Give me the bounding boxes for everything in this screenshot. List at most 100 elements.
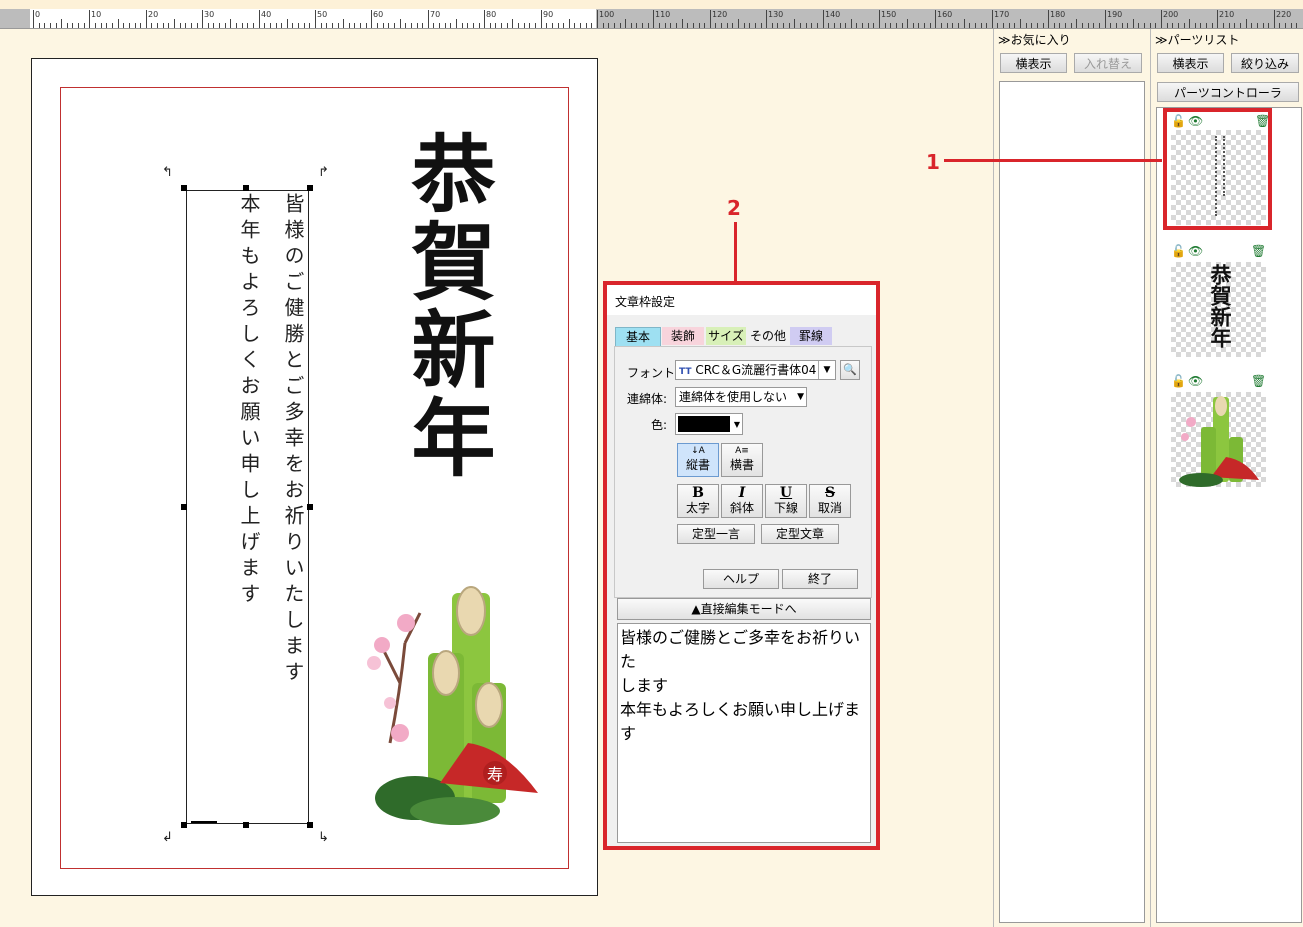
ruler-tick xyxy=(417,23,418,28)
kadomatsu-illustration[interactable]: 寿 xyxy=(360,583,545,828)
ruler-tick xyxy=(659,23,660,28)
ruler-tick xyxy=(873,23,874,28)
ruler-label: 70 xyxy=(430,10,441,19)
resize-handle-se[interactable] xyxy=(307,822,313,828)
ruler-tick xyxy=(636,23,637,28)
ruler-tick xyxy=(467,23,468,28)
parts-list[interactable]: 🔓 👁 🗑 🔓 👁 🗑 恭賀新年 🔓 👁 🗑 xyxy=(1156,107,1302,923)
parts-filter-button[interactable]: 絞り込み xyxy=(1231,53,1299,73)
eye-icon[interactable]: 👁 xyxy=(1188,244,1203,258)
resize-handle-ne[interactable] xyxy=(307,185,313,191)
callout-number-1: 1 xyxy=(926,150,940,174)
connect-label: 連綿体: xyxy=(627,392,668,406)
ruler-tick xyxy=(828,23,829,28)
favorites-list[interactable] xyxy=(999,81,1145,923)
ruler-label: 220 xyxy=(1276,10,1292,19)
parts-view-button[interactable]: 横表示 xyxy=(1157,53,1224,73)
color-picker[interactable]: ▼ xyxy=(675,413,743,435)
ruler-tick xyxy=(789,23,790,28)
tab-basic[interactable]: 基本 xyxy=(615,327,661,347)
ruler-tick xyxy=(1082,23,1083,28)
ruler-tick xyxy=(439,23,440,28)
lock-icon[interactable]: 🔓 xyxy=(1171,114,1186,128)
ruler-label: 180 xyxy=(1050,10,1066,19)
ruler-tick xyxy=(1122,23,1123,28)
ruler-tick xyxy=(507,23,508,28)
connect-select[interactable]: 連綿体を使用しない ▼ xyxy=(675,387,807,407)
rotate-handle-icon[interactable]: ↳ xyxy=(318,830,329,845)
tab-border[interactable]: 罫線 xyxy=(790,327,832,345)
ruler-tick xyxy=(135,23,136,28)
help-button[interactable]: ヘルプ xyxy=(703,569,779,589)
direct-edit-mode-button[interactable]: ▲直接編集モードへ xyxy=(617,598,871,620)
ruler-tick xyxy=(1071,23,1072,28)
ruler-tick xyxy=(84,23,85,28)
ruler-tick xyxy=(800,23,801,28)
rotate-handle-icon[interactable]: ↰ xyxy=(162,165,173,180)
resize-handle-n[interactable] xyxy=(243,185,249,191)
ruler-tick xyxy=(1217,10,1218,28)
ruler-tick xyxy=(456,19,457,28)
lock-icon[interactable]: 🔓 xyxy=(1171,244,1186,258)
tab-other[interactable]: その他 xyxy=(748,327,788,345)
ruler-tick xyxy=(276,23,277,28)
text-edit-area[interactable]: 皆様のご健勝とご多幸をお祈りいた します 本年もよろしくお願い申し上げます xyxy=(617,623,871,843)
ruler-tick xyxy=(512,19,513,28)
greeting-text[interactable]: 恭賀新年 xyxy=(398,130,497,482)
ruler-tick xyxy=(879,10,880,28)
vertical-writing-button[interactable]: ↓A 縦書 xyxy=(677,443,719,477)
strikethrough-button[interactable]: S 取消 xyxy=(809,484,851,518)
ruler-label: 210 xyxy=(1219,10,1235,19)
tab-size[interactable]: サイズ xyxy=(706,327,746,345)
phrase-button[interactable]: 定型一言 xyxy=(677,524,755,544)
bold-button[interactable]: B 太字 xyxy=(677,484,719,518)
ruler-tick xyxy=(371,10,372,28)
close-button[interactable]: 終了 xyxy=(782,569,858,589)
trash-icon[interactable]: 🗑 xyxy=(1251,374,1266,388)
resize-handle-e[interactable] xyxy=(307,504,313,510)
trash-icon[interactable]: 🗑 xyxy=(1251,244,1266,258)
resize-handle-s[interactable] xyxy=(243,822,249,828)
callout-number-2: 2 xyxy=(727,196,741,220)
rotate-handle-icon[interactable]: ↱ xyxy=(318,165,329,180)
eye-icon[interactable]: 👁 xyxy=(1188,374,1203,388)
italic-button[interactable]: I 斜体 xyxy=(721,484,763,518)
parts-thumb-greeting: 恭賀新年 xyxy=(1171,262,1266,357)
rotate-handle-icon[interactable]: ↲ xyxy=(162,830,173,845)
template-text-button[interactable]: 定型文章 xyxy=(761,524,839,544)
ruler-tick xyxy=(377,23,378,28)
trash-icon[interactable]: 🗑 xyxy=(1255,114,1270,128)
parts-item-greeting[interactable]: 🔓 👁 🗑 恭賀新年 xyxy=(1167,244,1268,359)
favorites-view-button[interactable]: 横表示 xyxy=(1000,53,1067,73)
eye-icon[interactable]: 👁 xyxy=(1188,114,1203,128)
ruler-tick xyxy=(484,10,485,28)
ruler-tick xyxy=(845,23,846,28)
ruler-tick xyxy=(817,23,818,28)
callout-line-2 xyxy=(734,222,737,282)
ruler-tick xyxy=(1065,23,1066,28)
ruler-tick xyxy=(433,23,434,28)
ruler-tick xyxy=(924,23,925,28)
parts-controller-button[interactable]: パーツコントローラ xyxy=(1157,82,1299,102)
selected-text-frame[interactable]: 皆様のご健勝とご多幸をお祈りいたします 本年もよろしくお願い申し上げます xyxy=(186,190,309,824)
font-select[interactable]: TT CRC＆G流麗行書体04 ▼ xyxy=(675,360,836,380)
ruler-tick xyxy=(56,23,57,28)
resize-handle-nw[interactable] xyxy=(181,185,187,191)
underline-button[interactable]: U 下線 xyxy=(765,484,807,518)
ruler-tick xyxy=(501,23,502,28)
ruler-tick xyxy=(766,10,767,28)
resize-handle-sw[interactable] xyxy=(181,822,187,828)
ruler-tick xyxy=(1257,23,1258,28)
horizontal-writing-button[interactable]: A≡ 横書 xyxy=(721,443,763,477)
favorites-swap-button[interactable]: 入れ替え xyxy=(1074,53,1142,73)
ruler-tick xyxy=(524,23,525,28)
tab-decoration[interactable]: 装飾 xyxy=(662,327,704,345)
font-search-button[interactable]: 🔍 xyxy=(840,360,860,380)
ruler-tick xyxy=(1133,19,1134,28)
resize-handle-w[interactable] xyxy=(181,504,187,510)
lock-icon[interactable]: 🔓 xyxy=(1171,374,1186,388)
ruler-tick xyxy=(1003,23,1004,28)
parts-item-text-selected[interactable]: 🔓 👁 🗑 xyxy=(1163,108,1272,230)
ruler-tick xyxy=(287,19,288,28)
parts-item-kadomatsu[interactable]: 🔓 👁 🗑 xyxy=(1167,374,1268,489)
